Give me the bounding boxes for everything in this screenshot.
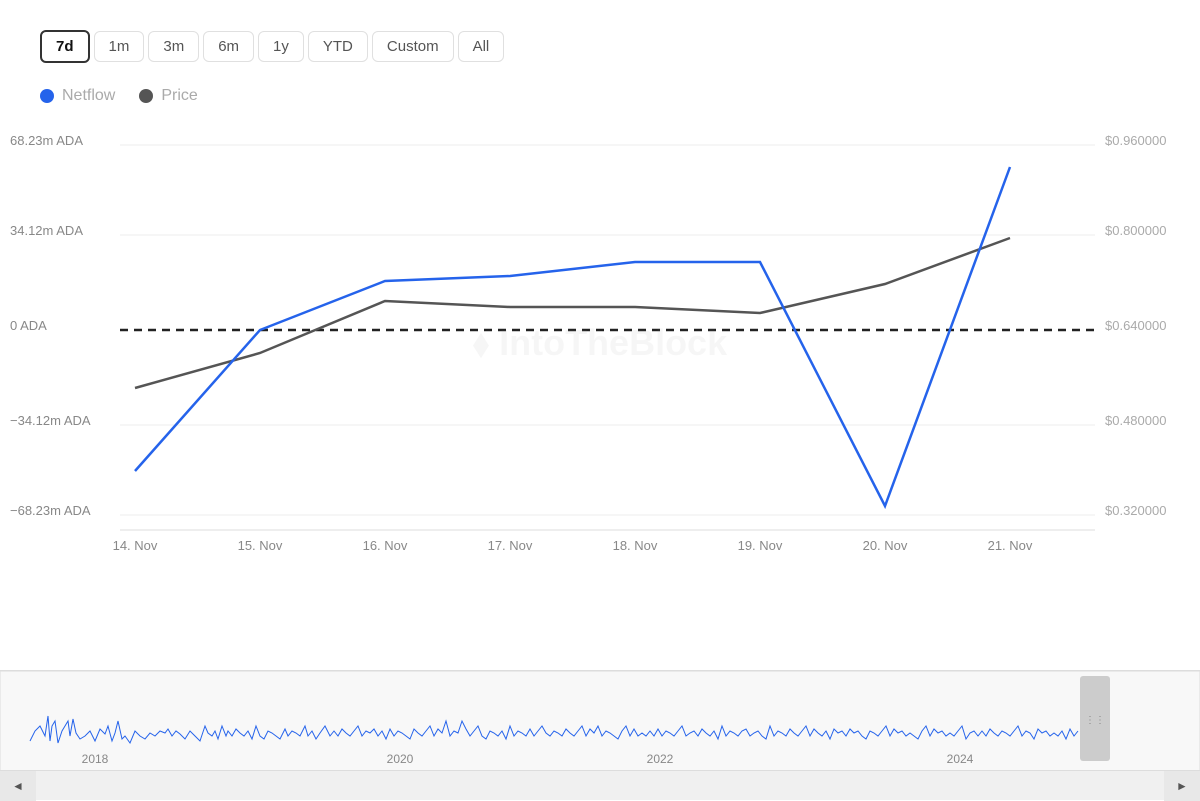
range-handle-icon: ⋮⋮ xyxy=(1085,715,1105,726)
x-label-8: 21. Nov xyxy=(988,538,1033,553)
price-dot xyxy=(139,89,153,103)
price-label-4: $0.480000 xyxy=(1105,413,1166,428)
time-btn-3m[interactable]: 3m xyxy=(148,31,199,62)
legend-price: Price xyxy=(139,87,197,105)
y-label-5: −68.23m ADA xyxy=(10,503,91,518)
page-container: 7d1m3m6m1yYTDCustomAll Netflow Price 68.… xyxy=(0,0,1200,800)
legend-netflow: Netflow xyxy=(40,87,115,105)
time-btn-all[interactable]: All xyxy=(458,31,505,62)
y-label-3: 0 ADA xyxy=(10,318,47,333)
scroll-right-button[interactable]: ► xyxy=(1164,771,1200,801)
watermark: ⬧ IntoTheBlock xyxy=(473,322,728,363)
chart-legend: Netflow Price xyxy=(0,77,1200,115)
legend-price-label: Price xyxy=(161,87,197,105)
time-btn-1y[interactable]: 1y xyxy=(258,31,304,62)
scrollbar: ◄ ► xyxy=(0,770,1200,800)
x-label-1: 14. Nov xyxy=(113,538,158,553)
x-label-4: 17. Nov xyxy=(488,538,533,553)
price-label-3: $0.640000 xyxy=(1105,318,1166,333)
mini-year-2018: 2018 xyxy=(82,752,109,766)
chart-container: 68.23m ADA 34.12m ADA 0 ADA −34.12m ADA … xyxy=(0,115,1200,670)
x-label-3: 16. Nov xyxy=(363,538,408,553)
mini-chart-border xyxy=(0,671,1200,770)
mini-year-2024: 2024 xyxy=(947,752,974,766)
time-btn-6m[interactable]: 6m xyxy=(203,31,254,62)
legend-netflow-label: Netflow xyxy=(62,87,115,105)
x-label-2: 15. Nov xyxy=(238,538,283,553)
scroll-left-button[interactable]: ◄ xyxy=(0,771,36,801)
y-label-4: −34.12m ADA xyxy=(10,413,91,428)
time-btn-ytd[interactable]: YTD xyxy=(308,31,368,62)
scroll-track[interactable] xyxy=(36,771,1164,800)
time-btn-custom[interactable]: Custom xyxy=(372,31,454,62)
mini-year-2020: 2020 xyxy=(387,752,414,766)
price-label-5: $0.320000 xyxy=(1105,503,1166,518)
mini-netflow-line xyxy=(30,716,1078,743)
x-label-7: 20. Nov xyxy=(863,538,908,553)
price-label-1: $0.960000 xyxy=(1105,133,1166,148)
price-line xyxy=(135,238,1010,388)
mini-chart-svg: ⋮⋮ 2018 2020 2022 2024 xyxy=(0,671,1200,770)
y-label-1: 68.23m ADA xyxy=(10,133,83,148)
time-range-bar: 7d1m3m6m1yYTDCustomAll xyxy=(0,20,1200,73)
time-btn-1m[interactable]: 1m xyxy=(94,31,145,62)
time-btn-7d[interactable]: 7d xyxy=(40,30,90,63)
netflow-dot xyxy=(40,89,54,103)
main-chart-svg: 68.23m ADA 34.12m ADA 0 ADA −34.12m ADA … xyxy=(0,115,1200,605)
mini-year-2022: 2022 xyxy=(647,752,674,766)
y-label-2: 34.12m ADA xyxy=(10,223,83,238)
mini-chart-container: ⋮⋮ 2018 2020 2022 2024 xyxy=(0,670,1200,770)
price-label-2: $0.800000 xyxy=(1105,223,1166,238)
x-label-5: 18. Nov xyxy=(613,538,658,553)
x-label-6: 19. Nov xyxy=(738,538,783,553)
